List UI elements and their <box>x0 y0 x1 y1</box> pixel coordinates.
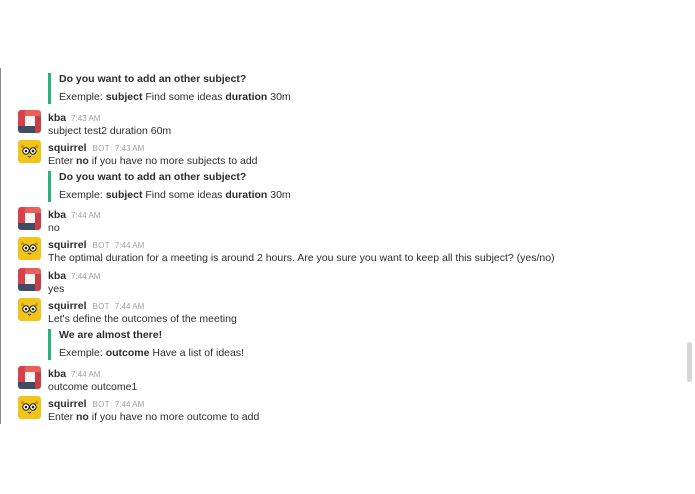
author-name[interactable]: squirrel <box>48 142 87 154</box>
attachment-text: Exemple: outcome Have a list of ideas! <box>59 347 244 359</box>
timestamp[interactable]: 7:43 AM <box>71 114 100 123</box>
attachment-title: We are almost there! <box>59 329 163 341</box>
bot-badge: BOT <box>92 144 110 153</box>
attachment: Do you want to add an other subject? Exe… <box>48 171 291 202</box>
kba-avatar[interactable] <box>18 110 41 133</box>
author-name[interactable]: kba <box>48 368 66 380</box>
message: kba 7:44 AM yes <box>1 268 693 298</box>
message: kba 7:43 AM subject test2 duration 60m <box>1 110 693 140</box>
squirrel-avatar[interactable] <box>18 298 41 321</box>
message-text: Let's define the outcomes of the meeting <box>48 313 237 325</box>
attachment-text: Exemple: subject Find some ideas duratio… <box>59 91 291 103</box>
kba-avatar[interactable] <box>18 366 41 389</box>
author-name[interactable]: kba <box>48 112 66 124</box>
message-text: no <box>48 222 60 234</box>
message-text: The optimal duration for a meeting is ar… <box>48 252 555 264</box>
author-name[interactable]: squirrel <box>48 398 87 410</box>
message: squirrel BOT 7:43 AM Enter no if you have … <box>1 140 693 170</box>
scrollbar-thumb[interactable] <box>687 342 692 382</box>
kba-avatar[interactable] <box>18 268 41 291</box>
message: squirrel BOT 7:44 AM The optimal duration … <box>1 237 693 267</box>
timestamp[interactable]: 7:43 AM <box>115 144 144 153</box>
message: squirrel BOT 7:44 AM Let's define the outc… <box>1 298 693 328</box>
attachment-text: Exemple: subject Find some ideas duratio… <box>59 189 291 201</box>
message-text: subject test2 duration 60m <box>48 125 172 137</box>
bot-badge: BOT <box>92 241 110 250</box>
attachment-title: Do you want to add an other subject? <box>59 171 247 183</box>
timestamp[interactable]: 7:44 AM <box>115 400 144 409</box>
message: kba 7:44 AM outcome outcome1 <box>1 366 693 396</box>
author-name[interactable]: squirrel <box>48 239 87 251</box>
kba-avatar[interactable] <box>18 207 41 230</box>
timestamp[interactable]: 7:44 AM <box>71 272 100 281</box>
squirrel-icon <box>21 302 38 316</box>
timestamp[interactable]: 7:44 AM <box>115 302 144 311</box>
squirrel-icon <box>21 144 38 158</box>
chat-message-pane[interactable]: Do you want to add an other subject? Exe… <box>0 68 693 424</box>
message-text: Enter no if you have no more outcome to … <box>48 411 260 423</box>
attachment: Do you want to add an other subject? Exe… <box>48 73 291 104</box>
message: kba 7:44 AM no <box>1 207 693 237</box>
squirrel-icon <box>21 241 38 255</box>
author-name[interactable]: kba <box>48 209 66 221</box>
message-text: outcome outcome1 <box>48 381 138 393</box>
squirrel-icon <box>21 400 38 414</box>
timestamp[interactable]: 7:44 AM <box>115 241 144 250</box>
author-name[interactable]: squirrel <box>48 300 87 312</box>
message-text: Enter no if you have no more subjects to… <box>48 155 258 167</box>
squirrel-avatar[interactable] <box>18 396 41 419</box>
timestamp[interactable]: 7:44 AM <box>71 370 100 379</box>
bot-badge: BOT <box>92 302 110 311</box>
author-name[interactable]: kba <box>48 270 66 282</box>
attachment-title: Do you want to add an other subject? <box>59 73 247 85</box>
squirrel-avatar[interactable] <box>18 237 41 260</box>
attachment: We are almost there! Exemple: outcome Ha… <box>48 329 244 360</box>
bot-badge: BOT <box>92 400 110 409</box>
timestamp[interactable]: 7:44 AM <box>71 211 100 220</box>
message-text: yes <box>48 283 65 295</box>
message: squirrel BOT 7:44 AM Enter no if you have … <box>1 396 693 424</box>
squirrel-avatar[interactable] <box>18 140 41 163</box>
